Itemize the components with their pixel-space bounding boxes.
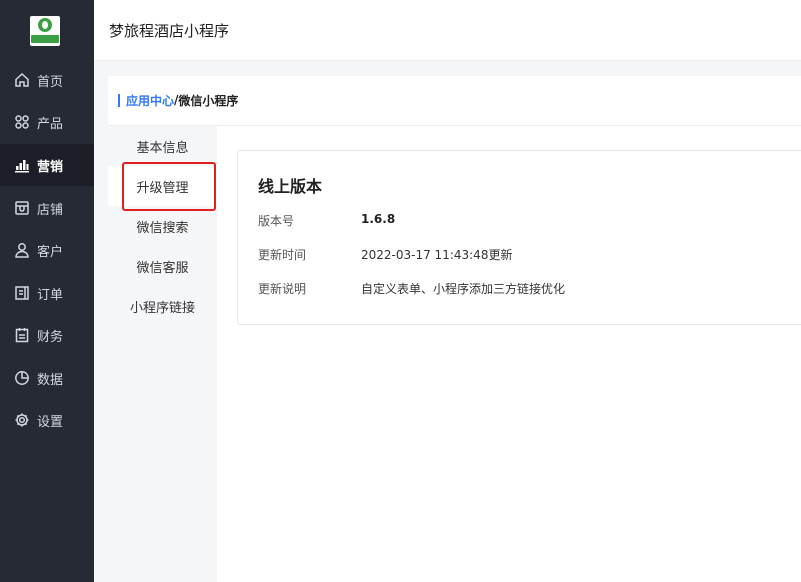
- app-title: 梦旅程酒店小程序: [109, 22, 230, 40]
- sidebar-item-orders[interactable]: 订单: [0, 272, 94, 314]
- chart-icon: [14, 157, 30, 173]
- logo-wordmark: [31, 35, 59, 43]
- update-time-value: 2022-03-17 11:43:48更新: [361, 248, 513, 262]
- update-notes-label: 更新说明: [258, 282, 307, 296]
- gear-icon: [14, 412, 30, 428]
- sidebar: 首页 产品 营销 店铺 客户 订单 财务 数据 设置: [0, 0, 94, 582]
- sidebar-item-label: 财务: [37, 329, 64, 345]
- version-value: 1.6.8: [361, 212, 396, 226]
- top-bar: 梦旅程酒店小程序: [94, 0, 801, 61]
- subnav-item-basic-info[interactable]: 基本信息: [108, 126, 217, 166]
- sidebar-item-label: 设置: [37, 414, 64, 430]
- sidebar-item-customers[interactable]: 客户: [0, 229, 94, 271]
- sidebar-item-label: 订单: [37, 287, 64, 303]
- sidebar-item-label: 客户: [37, 244, 64, 260]
- order-icon: [14, 285, 30, 301]
- sidebar-item-data[interactable]: 数据: [0, 357, 94, 399]
- breadcrumb-marker: [118, 93, 120, 107]
- sidebar-item-label: 店铺: [37, 202, 64, 218]
- sidebar-item-store[interactable]: 店铺: [0, 187, 94, 229]
- update-time-label: 更新时间: [258, 248, 307, 262]
- sidebar-item-finance[interactable]: 财务: [0, 314, 94, 356]
- sidebar-item-home[interactable]: 首页: [0, 59, 94, 101]
- sidebar-item-label: 数据: [37, 372, 64, 388]
- brand-logo[interactable]: [30, 16, 60, 46]
- panel-title: 线上版本: [258, 177, 323, 196]
- logo-mark-icon: [38, 18, 52, 32]
- store-icon: [14, 200, 30, 216]
- sidebar-item-marketing[interactable]: 营销: [0, 144, 94, 186]
- sidebar-item-label: 营销: [37, 159, 64, 175]
- subnav-item-wechat-service[interactable]: 微信客服: [108, 246, 217, 286]
- finance-icon: [14, 327, 30, 343]
- sidebar-item-settings[interactable]: 设置: [0, 399, 94, 441]
- highlight-annotation: [122, 162, 216, 211]
- subnav-item-mini-program-link[interactable]: 小程序链接: [108, 286, 217, 326]
- sidebar-item-label: 产品: [37, 116, 64, 132]
- update-notes-value: 自定义表单、小程序添加三方链接优化: [361, 282, 566, 296]
- breadcrumb: 应用中心 / 微信小程序: [118, 92, 239, 109]
- subnav-item-wechat-search[interactable]: 微信搜索: [108, 206, 217, 246]
- home-icon: [14, 72, 30, 88]
- sidebar-item-label: 首页: [37, 74, 64, 90]
- pie-icon: [14, 370, 30, 386]
- sidebar-item-products[interactable]: 产品: [0, 101, 94, 143]
- version-label: 版本号: [258, 214, 295, 228]
- user-icon: [14, 242, 30, 258]
- grid-icon: [14, 114, 30, 130]
- breadcrumb-current: 微信小程序: [178, 93, 239, 108]
- breadcrumb-link-app-center[interactable]: 应用中心: [126, 92, 174, 109]
